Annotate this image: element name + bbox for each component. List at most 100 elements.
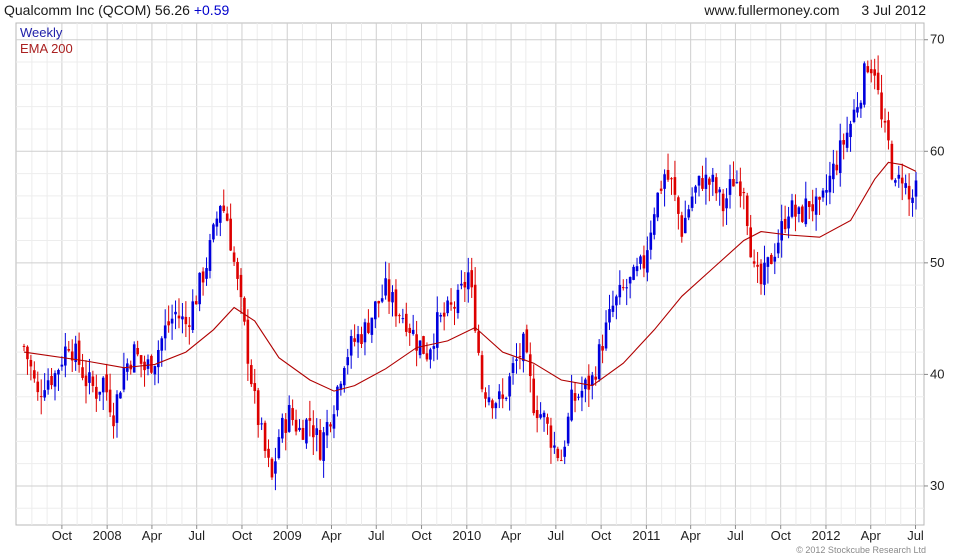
candle-body (363, 322, 367, 343)
candle-body (708, 178, 711, 185)
candle-body (105, 374, 108, 393)
candle-body (253, 383, 257, 392)
candle-body (484, 392, 487, 399)
x-tick-label: Jul (907, 528, 924, 543)
candle-body (508, 376, 511, 397)
candle-body (859, 102, 863, 109)
candle-body (453, 306, 456, 309)
candle-body (401, 318, 405, 320)
candle-body (673, 177, 677, 195)
candle-body (315, 428, 319, 435)
candle-body (250, 365, 253, 385)
candle-body (84, 375, 88, 387)
candle-body (883, 120, 887, 123)
candle-body (494, 403, 498, 409)
candle-body (473, 284, 477, 331)
candle-body (728, 179, 732, 195)
candle-body (770, 254, 773, 265)
candle-body (298, 427, 301, 431)
candle-body (749, 227, 752, 258)
x-tick-label: 2010 (452, 528, 481, 543)
candle-body (60, 364, 64, 367)
candle-body (911, 197, 914, 203)
candle-body (215, 218, 219, 227)
candle-body (604, 322, 608, 349)
candle-body (639, 256, 642, 264)
candle-body (566, 416, 570, 444)
y-tick-label: 60 (930, 143, 944, 158)
candle-body (263, 422, 267, 451)
x-tick-label: Apr (861, 528, 882, 543)
candle-body (432, 346, 436, 349)
candle-body (890, 143, 894, 180)
x-tick-label: Apr (142, 528, 163, 543)
candle-body (188, 325, 191, 327)
candle-body (635, 266, 639, 272)
candle-body (449, 302, 453, 305)
candle-body (646, 250, 649, 273)
candle-body (181, 316, 184, 320)
candle-body (456, 289, 460, 314)
candle-body (659, 188, 663, 191)
candle-body (904, 183, 907, 188)
candle-body (794, 204, 797, 217)
candle-body (518, 356, 522, 358)
candle-body (680, 215, 684, 237)
candle-body (732, 179, 735, 187)
candle-body (222, 205, 226, 212)
candle-body (429, 349, 432, 360)
candle-body (95, 386, 98, 399)
candle-body (119, 392, 122, 399)
candle-body (122, 367, 126, 390)
candle-body (625, 287, 629, 289)
candle-body (370, 317, 374, 335)
x-tick-label: Jul (727, 528, 744, 543)
candle-body (43, 390, 46, 398)
candle-body (539, 414, 542, 418)
candle-body (367, 322, 370, 333)
candle-body (225, 213, 229, 221)
candle-body (177, 315, 181, 319)
candle-body (394, 289, 398, 317)
candle-body (373, 301, 377, 320)
candle-body (346, 357, 350, 366)
candle-body (260, 423, 263, 425)
candle-body (866, 66, 870, 73)
candle-body (849, 123, 852, 138)
candle-body (287, 405, 291, 432)
candle-body (697, 175, 701, 186)
candle-body (501, 394, 505, 399)
candle-body (742, 192, 746, 194)
candle-body (22, 345, 26, 347)
candle-body (380, 298, 384, 302)
candle-body (384, 278, 387, 296)
candle-body (570, 389, 573, 421)
candle-body (163, 325, 167, 339)
candle-body (398, 315, 401, 317)
candle-body (377, 301, 381, 304)
candle-body (632, 266, 635, 280)
candle-body (281, 417, 284, 439)
candle-body (198, 272, 201, 305)
candle-body (525, 329, 529, 353)
candle-body (57, 370, 60, 375)
candle-body (194, 301, 198, 305)
candle-body (601, 346, 604, 351)
candle-body (284, 419, 288, 433)
candle-body (756, 264, 759, 267)
candle-body (897, 174, 901, 179)
candle-body (311, 425, 315, 438)
candle-body (511, 363, 515, 373)
candle-body (67, 349, 71, 351)
candle-body (687, 209, 690, 218)
candle-body (608, 309, 611, 323)
candle-body (835, 164, 839, 171)
candle-body (818, 196, 821, 200)
candle-body (556, 448, 560, 459)
candle-body (852, 109, 856, 123)
candle-body (780, 221, 783, 241)
candle-body (504, 397, 508, 399)
candle-body (201, 271, 205, 283)
x-tick-label: 2008 (93, 528, 122, 543)
candle-body (914, 180, 918, 197)
